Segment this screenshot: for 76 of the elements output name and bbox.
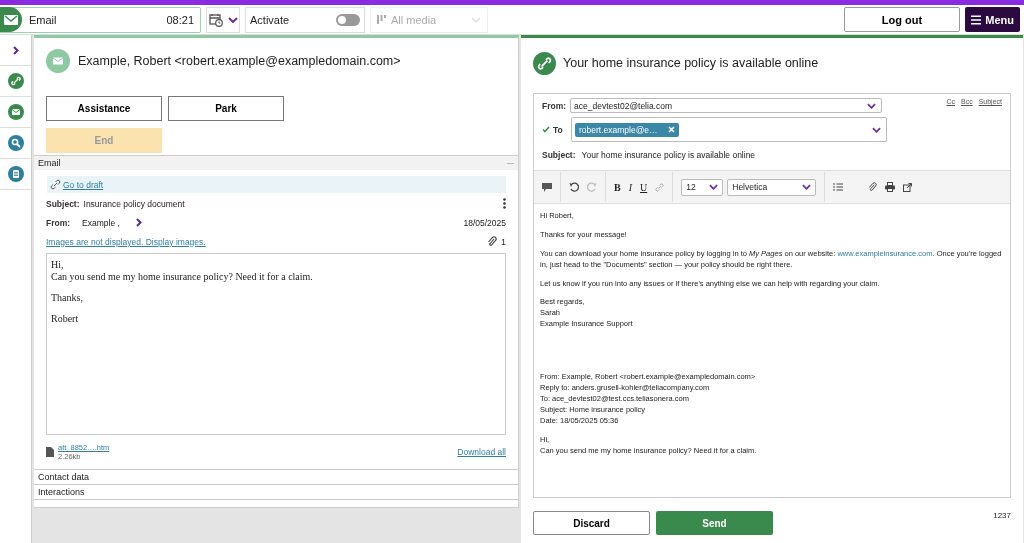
bars-icon bbox=[377, 15, 386, 24]
logout-button[interactable]: Log out bbox=[844, 7, 960, 32]
chevron-down-icon bbox=[872, 126, 881, 133]
section-title: Email bbox=[38, 158, 61, 168]
subject-label: Subject: bbox=[542, 150, 576, 160]
download-all-link[interactable]: Download all bbox=[457, 447, 506, 457]
chevron-down-icon bbox=[802, 184, 812, 190]
search-icon[interactable] bbox=[7, 135, 24, 151]
send-button[interactable]: Send bbox=[656, 511, 773, 535]
chevron-down-icon bbox=[709, 184, 719, 190]
comment-icon[interactable] bbox=[542, 182, 552, 192]
subject-text: Your home insurance policy is available online bbox=[581, 150, 756, 160]
activate-label: Activate bbox=[250, 13, 290, 26]
link-icon[interactable] bbox=[7, 73, 24, 89]
email-icon bbox=[4, 14, 18, 25]
subject-text: Insurance policy document bbox=[83, 198, 185, 209]
undo-icon[interactable] bbox=[569, 182, 579, 192]
display-images-link[interactable]: Images are not displayed. Display images. bbox=[46, 236, 206, 247]
calendar-clock-icon bbox=[208, 12, 223, 27]
action-button[interactable]: Assistance bbox=[46, 96, 162, 121]
draft-link[interactable]: Go to draft bbox=[63, 179, 104, 190]
document-icon[interactable] bbox=[7, 166, 24, 182]
chevron-down-icon bbox=[867, 102, 877, 109]
compose-title: Your home insurance policy is available online bbox=[563, 56, 819, 70]
recipient-chip[interactable]: robert.example@e… bbox=[575, 122, 679, 137]
from-label: From: bbox=[542, 100, 567, 111]
chevron-right-icon[interactable] bbox=[12, 45, 19, 55]
menu-icon bbox=[971, 14, 982, 25]
link-icon bbox=[533, 51, 556, 75]
printer-icon[interactable] bbox=[885, 182, 896, 192]
to-label: To bbox=[553, 124, 563, 135]
contact-name: Example, Robert <robert.example@exampledomain.com> bbox=[78, 54, 401, 68]
to-field[interactable]: robert.example@e… bbox=[571, 117, 887, 142]
timer: 08:21 bbox=[166, 13, 194, 26]
section-header[interactable]: Contact data bbox=[34, 469, 518, 484]
action-button[interactable]: Park bbox=[168, 96, 284, 121]
channel-label: Email bbox=[29, 13, 57, 26]
section-header[interactable]: Email bbox=[34, 155, 518, 170]
external-window-icon[interactable] bbox=[903, 182, 913, 192]
channel-field[interactable]: Email 08:21 bbox=[0, 6, 201, 33]
more-icon[interactable] bbox=[503, 198, 506, 209]
chevron-down-icon bbox=[471, 16, 481, 23]
paperclip-icon[interactable] bbox=[867, 182, 878, 192]
file-icon bbox=[46, 447, 54, 457]
message-line: Thanks, bbox=[51, 292, 84, 304]
link-icon bbox=[50, 179, 61, 190]
format-button[interactable]: U bbox=[640, 181, 648, 193]
menu-button[interactable]: Menu bbox=[965, 7, 1020, 32]
sender-name: Example , bbox=[82, 217, 120, 228]
from-label: From: bbox=[46, 217, 71, 228]
schedule-dropdown[interactable] bbox=[206, 6, 240, 33]
message-line: Hi, bbox=[51, 259, 65, 271]
chevron-right-icon[interactable] bbox=[135, 218, 142, 227]
section-header[interactable]: Interactions bbox=[34, 484, 518, 499]
activate-toggle[interactable] bbox=[336, 13, 360, 26]
message-line: Can you send me my home insurance policy? Need it for a claim. bbox=[51, 271, 314, 283]
close-icon[interactable] bbox=[667, 126, 675, 133]
paperclip-icon bbox=[486, 236, 497, 247]
character-count: 1237 bbox=[993, 511, 1011, 520]
message-line: Robert bbox=[51, 313, 80, 325]
from-dropdown[interactable]: ace_devtest02@telia.com bbox=[570, 98, 883, 113]
email-date: 18/05/2025 bbox=[463, 217, 506, 228]
email-icon[interactable] bbox=[7, 104, 24, 120]
format-button[interactable]: B bbox=[614, 181, 621, 193]
list-icon[interactable] bbox=[833, 183, 844, 191]
subject-label: Subject: bbox=[46, 198, 80, 209]
format-button[interactable]: I bbox=[628, 181, 632, 193]
media-filter-placeholder: All media bbox=[391, 13, 438, 26]
email-icon bbox=[46, 49, 70, 73]
chevron-down-icon bbox=[227, 16, 238, 23]
discard-button[interactable]: Discard bbox=[533, 511, 650, 535]
section-title: Interactions bbox=[38, 487, 85, 497]
section-title: Contact data bbox=[38, 472, 90, 482]
attachment-count: 1 bbox=[501, 236, 506, 247]
font-dropdown[interactable]: Helvetica bbox=[727, 178, 817, 196]
font-size-dropdown[interactable]: 12 bbox=[681, 178, 724, 196]
